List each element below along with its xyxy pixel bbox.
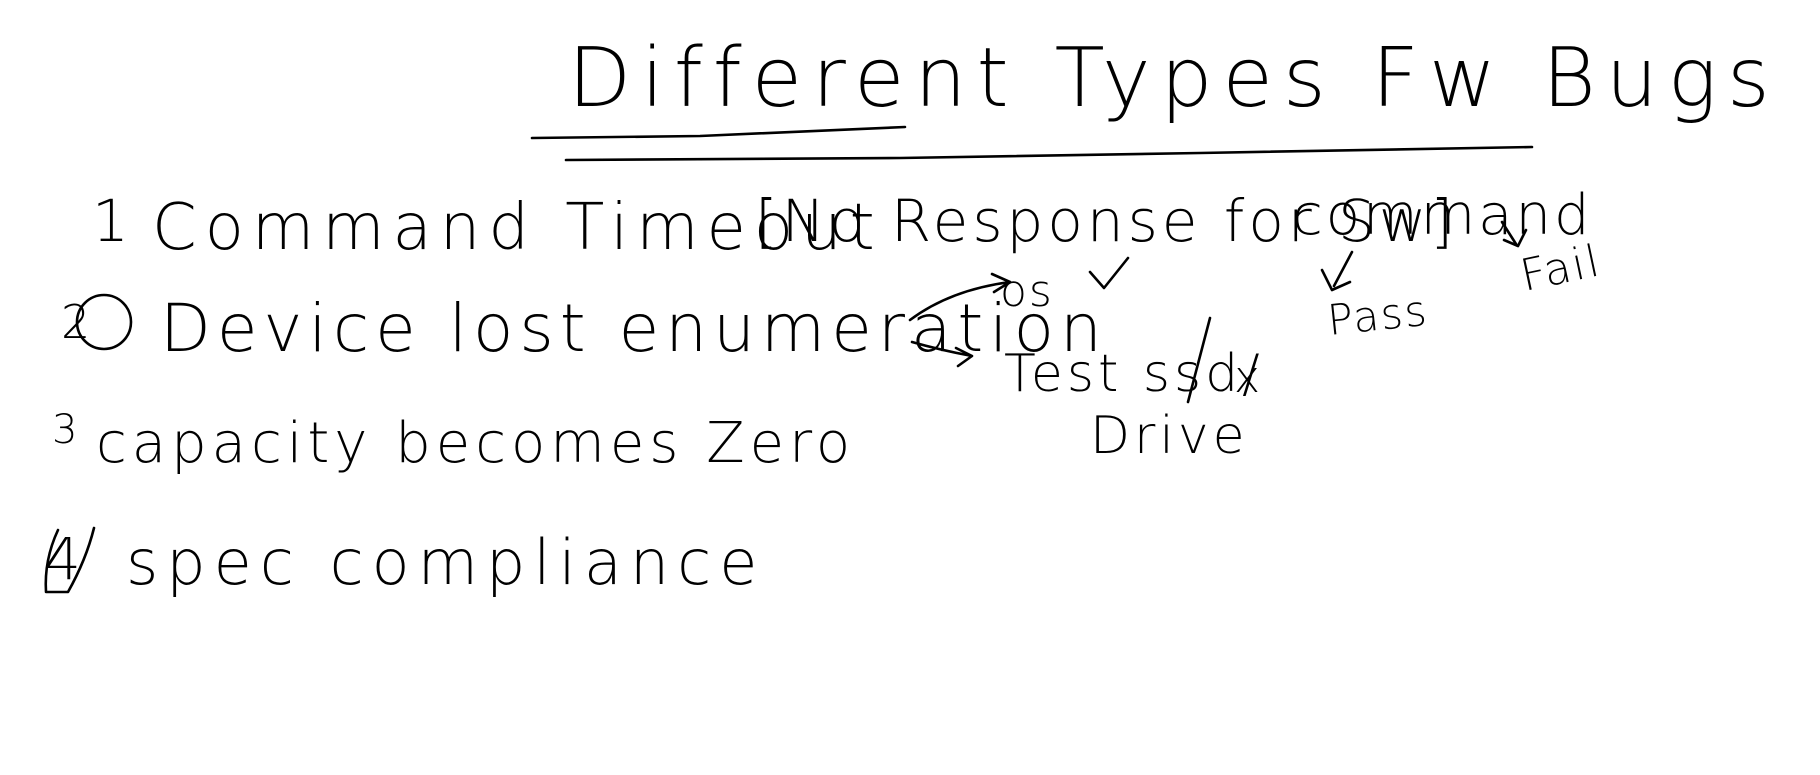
os-label: os [1000, 266, 1054, 317]
os-check-mark [1088, 256, 1130, 290]
item-2-number: 2 [61, 295, 93, 349]
item-4-number: 4 [44, 525, 83, 593]
pass-label: Pass [1325, 285, 1431, 345]
x-mark-label: x [1234, 352, 1263, 403]
item-3-text: capacity becomes Zero [96, 411, 856, 476]
arrow-to-pass [1320, 250, 1354, 292]
whiteboard-canvas: Different Types Fw Bugs 1 Command Timeou… [0, 0, 1820, 775]
item-1-extra: command [1292, 183, 1593, 248]
tool-label: Test ssd/ [1004, 344, 1264, 404]
title-underline-lower [564, 145, 1534, 162]
item-1-number: 1 [92, 187, 131, 255]
drive-label: Drive [1090, 406, 1249, 466]
item-4-text: spec compliance [126, 526, 766, 599]
title-underline-upper [530, 125, 907, 140]
item-3-number: 3 [52, 407, 80, 453]
page-title: Different Types Fw Bugs [568, 31, 1780, 126]
item-2-text: Device lost enumeration [160, 290, 1108, 367]
